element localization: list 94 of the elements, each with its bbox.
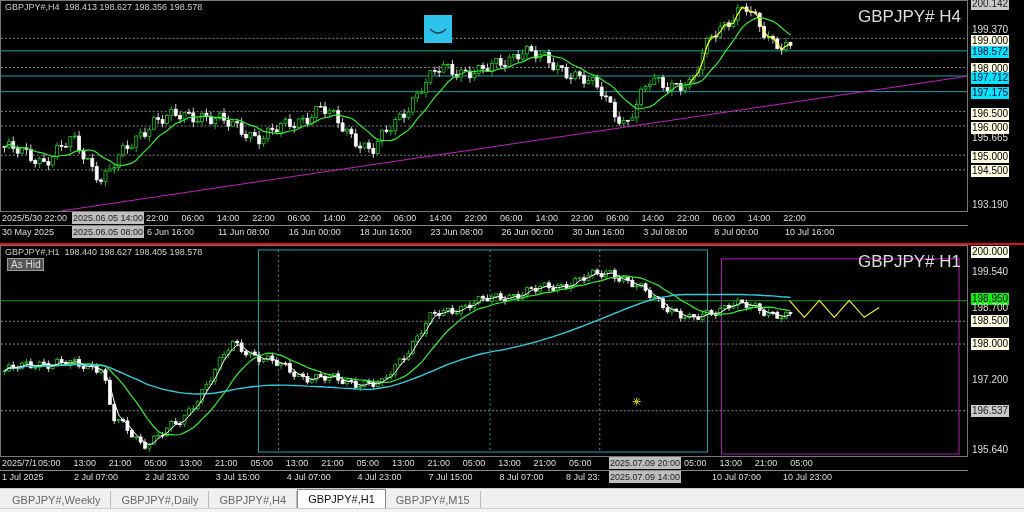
time-label: 2025/5/30 22:00 [2,213,68,224]
date-label: 10 Jul 23:00 [782,472,832,483]
time-label: 21:00 [754,458,778,469]
date-label: 18 Jun 16:00 [359,227,412,238]
time-label: 21:00 [321,458,344,469]
price-label: 200.000 [971,246,1010,258]
time-label: 14:00 [535,213,558,224]
date-label: 16 Jun 00:00 [288,227,341,238]
time-label: 13:00 [179,458,203,469]
time-label: 13:00 [392,458,415,469]
date-label: 2 Jul 07:00 [74,472,119,483]
time-label: 22:00 [783,213,806,224]
time-label: 06:00 [606,213,629,224]
time-label: 06:00 [712,213,735,224]
time-label: 05:00 [356,458,380,469]
time-label: 06:00 [181,213,204,224]
date-label: 7 Jul 15:00 [428,472,473,483]
symbol-title: GBPJPY# H1 [858,252,961,272]
time-label: 05:00 [684,458,707,469]
price-label: 199.540 [971,266,1010,278]
date-label: 8 Jul 07:00 [499,472,544,483]
price-label: 195.000 [971,151,1010,163]
time-label: 05:00 [790,458,813,469]
cursor-time-label: 2025.07.09 20:00 [609,457,682,469]
price-label: 195.665 [971,132,1010,144]
time-label: 06:00 [500,213,523,224]
time-label: 13:00 [73,458,96,469]
time-label: 05:00 [38,458,61,469]
price-label: 198.572 [971,46,1010,58]
time-label: 22:00 [677,213,700,224]
date-label: 8 Jul 23: [566,472,601,483]
price-label: 198.950 [971,293,1010,305]
price-label: 196.000 [971,122,1010,134]
time-label: 05:00 [250,458,273,469]
date-label: 4 Jul 07:00 [286,472,331,483]
price-label: 198.700 [971,302,1010,314]
price-label: 199.000 [971,35,1010,47]
date-label: 26 Jun 00:00 [501,227,554,238]
price-label: 199.370 [971,24,1010,36]
price-label: 197.200 [971,374,1010,386]
time-label: 21:00 [533,458,557,469]
date-label: 3 Jul 15:00 [215,472,260,483]
date-label: 30 May 2025 [2,227,55,238]
price-label: 195.640 [971,444,1010,456]
cursor-time-label: 2025.07.09 14:00 [609,471,682,483]
date-label: 30 Jun 16:00 [572,227,625,238]
price-label: 198.500 [971,315,1010,327]
time-label: 05:00 [144,458,167,469]
time-label: 22:00 [252,213,275,224]
time-label: 21:00 [427,458,450,469]
time-label: 22:00 [358,213,381,224]
time-label: 05:00 [569,458,592,469]
price-label: 194.500 [971,165,1010,177]
time-label: 21:00 [108,458,132,469]
time-label: 13:00 [285,458,309,469]
date-label: 3 Jul 08:00 [643,227,688,238]
price-label: 193.190 [971,199,1010,211]
chart-header: GBPJPY#,H1 198.440 198.627 198.405 198.578 [5,247,203,257]
price-label: 197.712 [971,72,1010,84]
time-label: 21:00 [215,458,238,469]
chart-tab[interactable]: GBPJPY#,H1 [297,489,386,508]
date-label: 1 Jul 2025 [2,472,44,483]
cursor-time-label: 2025.06.05 14:00 [72,212,145,224]
price-label: 197.175 [971,87,1010,99]
time-label: 13:00 [498,458,521,469]
date-label: 10 Jul 07:00 [712,472,762,483]
time-label: 06:00 [287,213,311,224]
date-label: 6 Jun 16:00 [147,227,195,238]
date-label: 4 Jul 23:00 [357,472,402,483]
chart-header: GBPJPY#,H4 198.413 198.627 198.356 198.578 [5,2,203,12]
time-label: 22:00 [146,213,169,224]
price-label: 196.500 [971,108,1010,120]
time-label: 22:00 [464,213,488,224]
date-label: 2 Jul 23:00 [144,472,189,483]
symbol-title: GBPJPY# H4 [858,7,961,27]
time-label: 14:00 [641,213,665,224]
date-label: 10 Jul 16:00 [785,227,835,238]
date-label: 23 Jun 08:00 [430,227,483,238]
date-label: 8 Jul 00:00 [714,227,759,238]
time-label: 13:00 [719,458,742,469]
price-label: 196.537 [971,405,1010,417]
time-label: 14:00 [747,213,771,224]
time-label: 05:00 [462,458,486,469]
time-label: 14:00 [216,213,240,224]
time-label: 06:00 [393,213,417,224]
time-label: 22:00 [570,213,594,224]
price-label: 198.000 [971,338,1010,350]
cursor-time-label: 2025.06.05 08:00 [72,226,145,238]
time-label: 14:00 [323,213,346,224]
object-label: As Hid [7,258,45,271]
time-label: 2025/7/1 [2,458,38,469]
date-label: 11 Jun 08:00 [217,227,270,238]
time-label: 14:00 [429,213,452,224]
price-label: 200.142 [971,0,1010,10]
